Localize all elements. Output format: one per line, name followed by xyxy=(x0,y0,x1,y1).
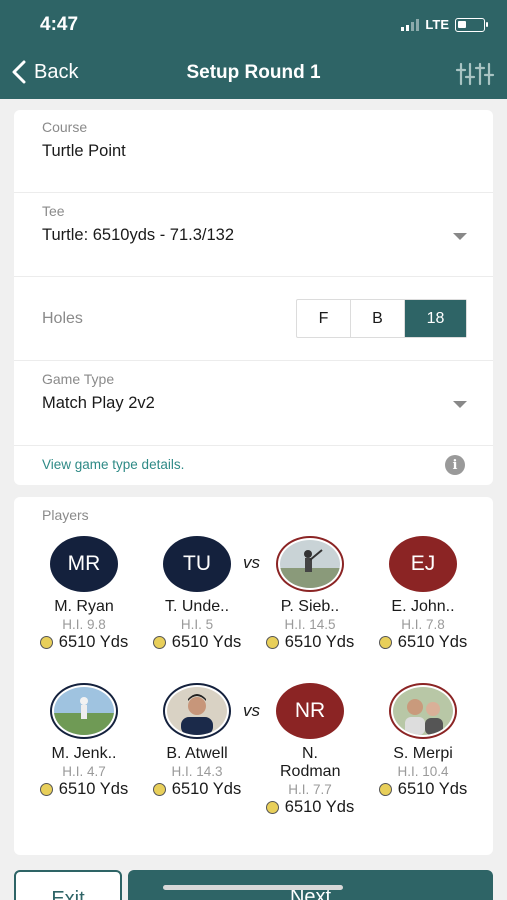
player-yardage: 6510 Yds xyxy=(142,780,252,799)
player-p-sieb[interactable]: P. Sieb.. H.I. 14.5 6510 Yds xyxy=(255,536,365,652)
avatar: NR xyxy=(276,683,344,739)
course-label: Course xyxy=(42,119,88,135)
tee-color-icon xyxy=(265,801,279,814)
player-m-ryan[interactable]: MR M. Ryan H.I. 9.8 6510 Yds xyxy=(29,536,139,652)
page-title: Setup Round 1 xyxy=(186,62,321,83)
player-name: B. Atwell xyxy=(166,745,228,762)
player-name: S. Merpi xyxy=(393,745,453,762)
player-handicap: H.I. 7.7 xyxy=(288,782,332,797)
player-handicap: H.I. 10.4 xyxy=(397,764,449,779)
player-yardage: 6510 Yds xyxy=(255,798,365,817)
player-yardage: 6510 Yds xyxy=(255,633,365,652)
tee-color-icon xyxy=(152,783,166,796)
player-handicap: H.I. 4.7 xyxy=(62,764,106,779)
course-value: Turtle Point xyxy=(42,142,126,160)
chevron-down-icon xyxy=(453,233,467,240)
player-n-rodman[interactable]: NR N. Rodman H.I. 7.7 6510 Yds xyxy=(255,683,365,817)
home-indicator xyxy=(163,885,343,890)
player-s-merpi[interactable]: S. Merpi H.I. 10.4 6510 Yds xyxy=(368,683,478,799)
golfer-photo-icon xyxy=(54,687,114,735)
info-icon[interactable]: i xyxy=(445,455,465,475)
avatar-photo xyxy=(163,683,231,739)
players-card: Players MR M. Ryan H.I. 9.8 6510 Yds TU … xyxy=(14,497,493,855)
holes-option-back[interactable]: B xyxy=(351,300,405,337)
player-name: P. Sieb.. xyxy=(280,598,340,615)
player-handicap: H.I. 9.8 xyxy=(62,617,106,632)
holes-selector: F B 18 xyxy=(296,299,467,338)
view-game-type-details-link[interactable]: View game type details. xyxy=(42,457,184,472)
player-m-jenk[interactable]: M. Jenk.. H.I. 4.7 6510 Yds xyxy=(29,683,139,799)
exit-button[interactable]: Exit xyxy=(14,870,122,900)
player-name: T. Unde.. xyxy=(164,598,230,615)
tee-color-icon xyxy=(39,636,53,649)
battery-icon xyxy=(455,17,488,32)
player-t-unde[interactable]: TU T. Unde.. H.I. 5 6510 Yds xyxy=(142,536,252,652)
avatar-photo xyxy=(50,683,118,739)
setup-card: Course Turtle Point Tee Turtle: 6510yds … xyxy=(14,110,493,485)
player-name: N. Rodman xyxy=(280,745,341,780)
player-name: M. Ryan xyxy=(54,598,114,615)
player-yardage: 6510 Yds xyxy=(368,633,478,652)
player-handicap: H.I. 14.3 xyxy=(171,764,223,779)
tee-value: Turtle: 6510yds - 71.3/132 xyxy=(42,226,235,244)
holes-option-front[interactable]: F xyxy=(297,300,351,337)
players-label: Players xyxy=(42,507,89,523)
holes-label: Holes xyxy=(42,310,83,327)
player-handicap: H.I. 14.5 xyxy=(284,617,336,632)
people-photo-icon xyxy=(393,687,453,735)
player-yardage: 6510 Yds xyxy=(29,633,139,652)
top-bar: 4:47 LTE Back Setup Round 1 xyxy=(0,0,507,99)
player-yardage: 6510 Yds xyxy=(368,780,478,799)
avatar-photo xyxy=(276,536,344,592)
golfer-photo-icon xyxy=(280,540,340,588)
player-yardage: 6510 Yds xyxy=(142,633,252,652)
status-indicators: LTE xyxy=(401,17,488,32)
player-handicap: H.I. 5 xyxy=(180,617,214,632)
player-name: E. John.. xyxy=(391,598,455,615)
game-type-label: Game Type xyxy=(42,371,115,387)
tee-color-icon xyxy=(39,783,53,796)
game-type-row[interactable]: Game Type Match Play 2v2 xyxy=(14,361,493,446)
tee-color-icon xyxy=(265,636,279,649)
status-time: 4:47 xyxy=(40,14,79,35)
tee-label: Tee xyxy=(42,203,65,219)
tee-color-icon xyxy=(152,636,166,649)
person-photo-icon xyxy=(167,687,227,735)
game-type-value: Match Play 2v2 xyxy=(42,394,155,412)
avatar: TU xyxy=(163,536,231,592)
signal-icon xyxy=(401,18,420,31)
avatar-photo xyxy=(389,683,457,739)
network-label: LTE xyxy=(425,17,449,32)
tee-color-icon xyxy=(378,783,392,796)
player-name: M. Jenk.. xyxy=(51,745,117,762)
sliders-icon[interactable] xyxy=(455,61,495,87)
tee-color-icon xyxy=(378,636,392,649)
course-row[interactable]: Course Turtle Point xyxy=(14,110,493,193)
chevron-down-icon xyxy=(453,401,467,408)
player-b-atwell[interactable]: B. Atwell H.I. 14.3 6510 Yds xyxy=(142,683,252,799)
avatar: MR xyxy=(50,536,118,592)
holes-option-18[interactable]: 18 xyxy=(405,300,466,337)
tee-row[interactable]: Tee Turtle: 6510yds - 71.3/132 xyxy=(14,193,493,277)
player-e-john[interactable]: EJ E. John.. H.I. 7.8 6510 Yds xyxy=(368,536,478,652)
player-yardage: 6510 Yds xyxy=(29,780,139,799)
avatar: EJ xyxy=(389,536,457,592)
player-handicap: H.I. 7.8 xyxy=(401,617,445,632)
